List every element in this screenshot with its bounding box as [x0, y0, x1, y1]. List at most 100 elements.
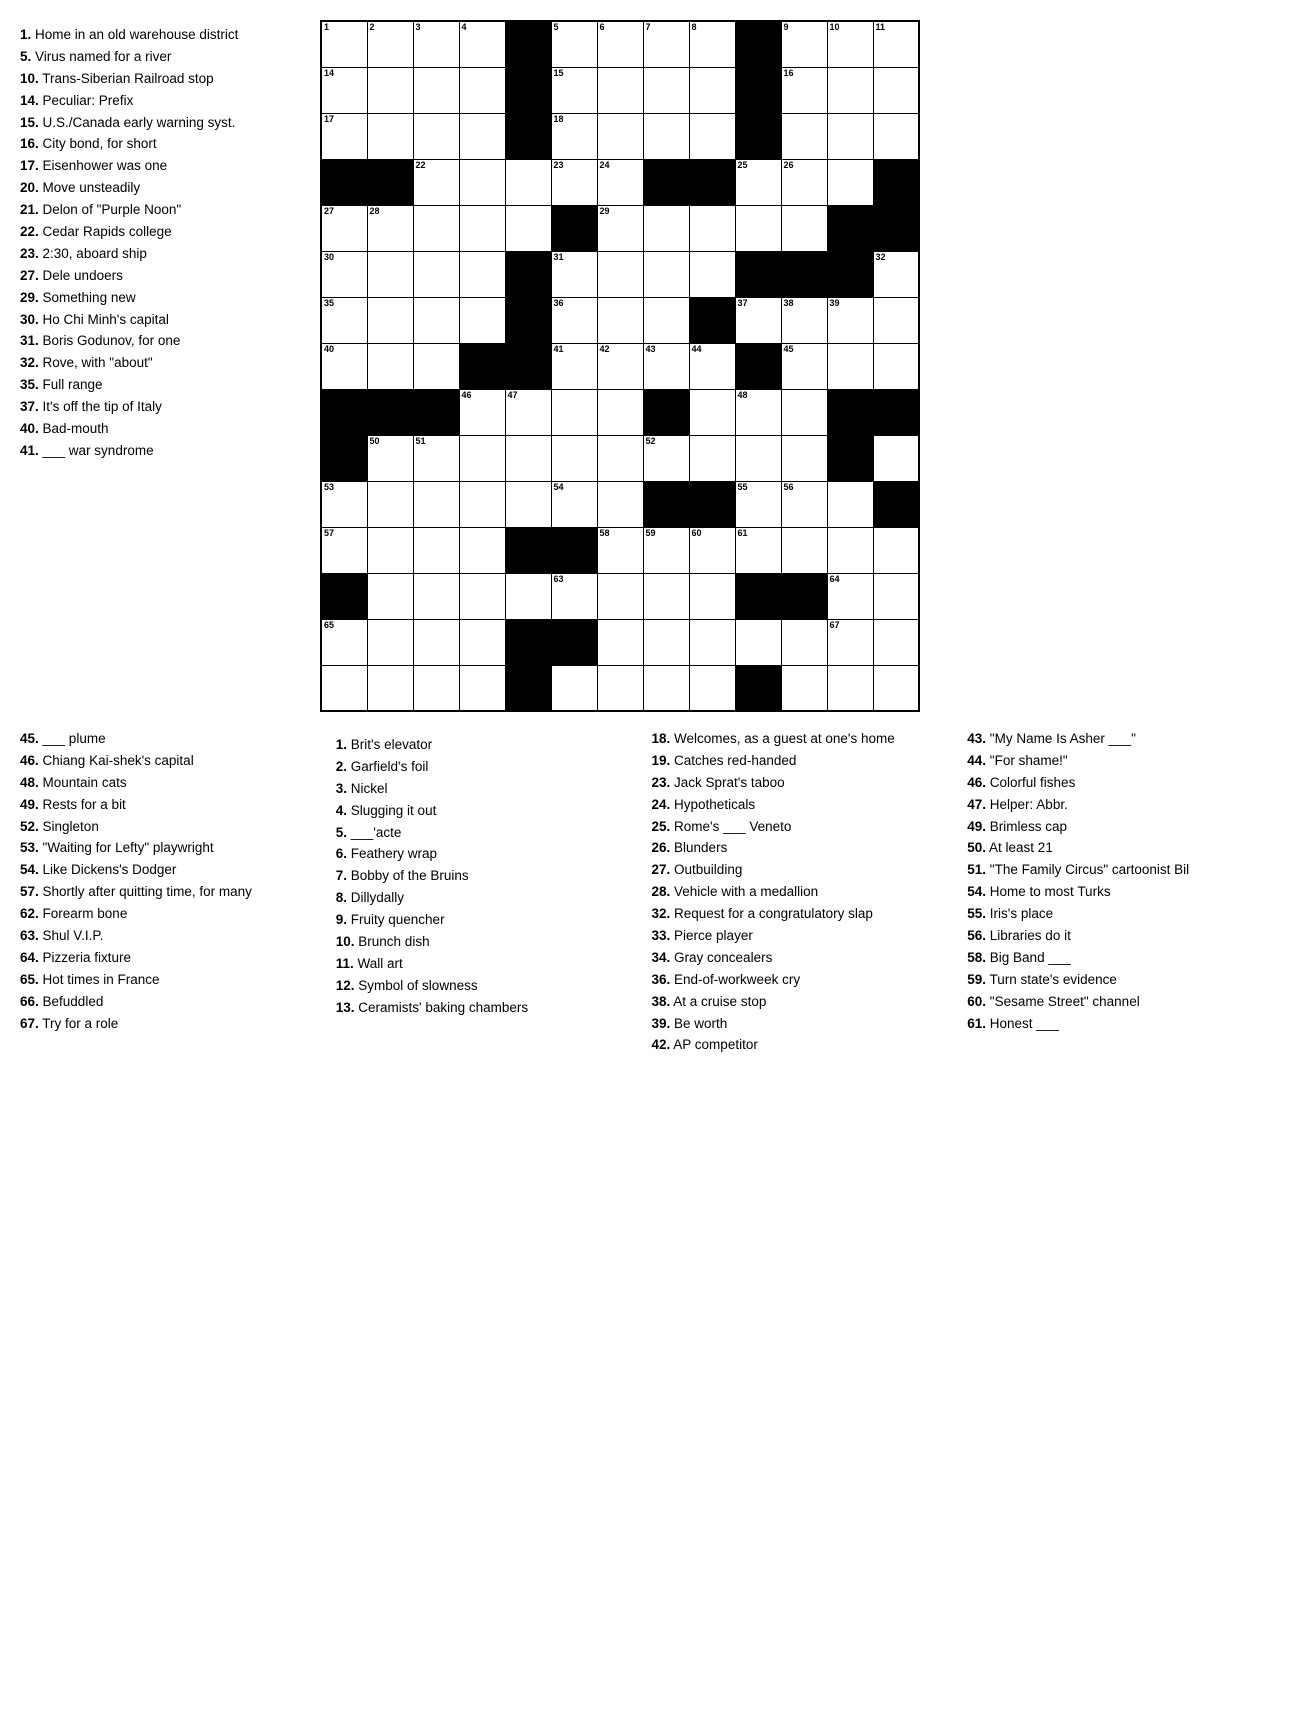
- white-cell[interactable]: [459, 159, 505, 205]
- white-cell[interactable]: [643, 619, 689, 665]
- white-cell[interactable]: 3: [413, 21, 459, 67]
- white-cell[interactable]: [459, 665, 505, 711]
- white-cell[interactable]: [413, 527, 459, 573]
- white-cell[interactable]: 57: [321, 527, 367, 573]
- white-cell[interactable]: [827, 481, 873, 527]
- white-cell[interactable]: 22: [413, 159, 459, 205]
- white-cell[interactable]: 28: [367, 205, 413, 251]
- white-cell[interactable]: [689, 205, 735, 251]
- white-cell[interactable]: [827, 113, 873, 159]
- white-cell[interactable]: 36: [551, 297, 597, 343]
- white-cell[interactable]: 26: [781, 159, 827, 205]
- white-cell[interactable]: 42: [597, 343, 643, 389]
- white-cell[interactable]: [827, 665, 873, 711]
- white-cell[interactable]: [873, 619, 919, 665]
- white-cell[interactable]: [321, 665, 367, 711]
- white-cell[interactable]: [873, 297, 919, 343]
- white-cell[interactable]: [413, 67, 459, 113]
- white-cell[interactable]: [781, 665, 827, 711]
- white-cell[interactable]: 32: [873, 251, 919, 297]
- white-cell[interactable]: [367, 665, 413, 711]
- white-cell[interactable]: 15: [551, 67, 597, 113]
- white-cell[interactable]: [597, 481, 643, 527]
- white-cell[interactable]: [459, 205, 505, 251]
- white-cell[interactable]: [781, 527, 827, 573]
- white-cell[interactable]: 29: [597, 205, 643, 251]
- white-cell[interactable]: [597, 389, 643, 435]
- white-cell[interactable]: [367, 297, 413, 343]
- white-cell[interactable]: [597, 573, 643, 619]
- white-cell[interactable]: [827, 67, 873, 113]
- white-cell[interactable]: 39: [827, 297, 873, 343]
- white-cell[interactable]: [643, 251, 689, 297]
- white-cell[interactable]: [367, 527, 413, 573]
- white-cell[interactable]: [505, 435, 551, 481]
- white-cell[interactable]: 14: [321, 67, 367, 113]
- white-cell[interactable]: [367, 481, 413, 527]
- white-cell[interactable]: 18: [551, 113, 597, 159]
- white-cell[interactable]: 27: [321, 205, 367, 251]
- white-cell[interactable]: [367, 343, 413, 389]
- white-cell[interactable]: 4: [459, 21, 505, 67]
- white-cell[interactable]: 60: [689, 527, 735, 573]
- white-cell[interactable]: [413, 113, 459, 159]
- white-cell[interactable]: [413, 619, 459, 665]
- white-cell[interactable]: [459, 527, 505, 573]
- white-cell[interactable]: 31: [551, 251, 597, 297]
- white-cell[interactable]: 25: [735, 159, 781, 205]
- white-cell[interactable]: [413, 205, 459, 251]
- white-cell[interactable]: [459, 297, 505, 343]
- white-cell[interactable]: [597, 297, 643, 343]
- white-cell[interactable]: [873, 665, 919, 711]
- white-cell[interactable]: [413, 481, 459, 527]
- white-cell[interactable]: [873, 573, 919, 619]
- white-cell[interactable]: [643, 113, 689, 159]
- white-cell[interactable]: 8: [689, 21, 735, 67]
- white-cell[interactable]: [873, 435, 919, 481]
- white-cell[interactable]: [597, 665, 643, 711]
- white-cell[interactable]: [597, 251, 643, 297]
- white-cell[interactable]: [597, 435, 643, 481]
- white-cell[interactable]: [459, 573, 505, 619]
- white-cell[interactable]: 7: [643, 21, 689, 67]
- white-cell[interactable]: [689, 435, 735, 481]
- white-cell[interactable]: [873, 527, 919, 573]
- white-cell[interactable]: 5: [551, 21, 597, 67]
- white-cell[interactable]: [643, 665, 689, 711]
- white-cell[interactable]: [689, 67, 735, 113]
- white-cell[interactable]: [781, 389, 827, 435]
- white-cell[interactable]: [689, 619, 735, 665]
- white-cell[interactable]: [735, 435, 781, 481]
- white-cell[interactable]: [551, 665, 597, 711]
- white-cell[interactable]: 45: [781, 343, 827, 389]
- white-cell[interactable]: [597, 619, 643, 665]
- white-cell[interactable]: 63: [551, 573, 597, 619]
- white-cell[interactable]: [367, 113, 413, 159]
- white-cell[interactable]: 6: [597, 21, 643, 67]
- white-cell[interactable]: 35: [321, 297, 367, 343]
- white-cell[interactable]: 2: [367, 21, 413, 67]
- white-cell[interactable]: 55: [735, 481, 781, 527]
- white-cell[interactable]: [505, 159, 551, 205]
- white-cell[interactable]: 43: [643, 343, 689, 389]
- white-cell[interactable]: [459, 113, 505, 159]
- white-cell[interactable]: 51: [413, 435, 459, 481]
- white-cell[interactable]: [597, 67, 643, 113]
- white-cell[interactable]: [413, 665, 459, 711]
- white-cell[interactable]: [643, 67, 689, 113]
- white-cell[interactable]: [689, 251, 735, 297]
- white-cell[interactable]: 16: [781, 67, 827, 113]
- white-cell[interactable]: [735, 205, 781, 251]
- white-cell[interactable]: [873, 67, 919, 113]
- white-cell[interactable]: [459, 481, 505, 527]
- white-cell[interactable]: [367, 619, 413, 665]
- white-cell[interactable]: 24: [597, 159, 643, 205]
- white-cell[interactable]: 67: [827, 619, 873, 665]
- white-cell[interactable]: 48: [735, 389, 781, 435]
- white-cell[interactable]: [689, 665, 735, 711]
- white-cell[interactable]: 17: [321, 113, 367, 159]
- white-cell[interactable]: [643, 205, 689, 251]
- white-cell[interactable]: [505, 205, 551, 251]
- white-cell[interactable]: [827, 343, 873, 389]
- white-cell[interactable]: 52: [643, 435, 689, 481]
